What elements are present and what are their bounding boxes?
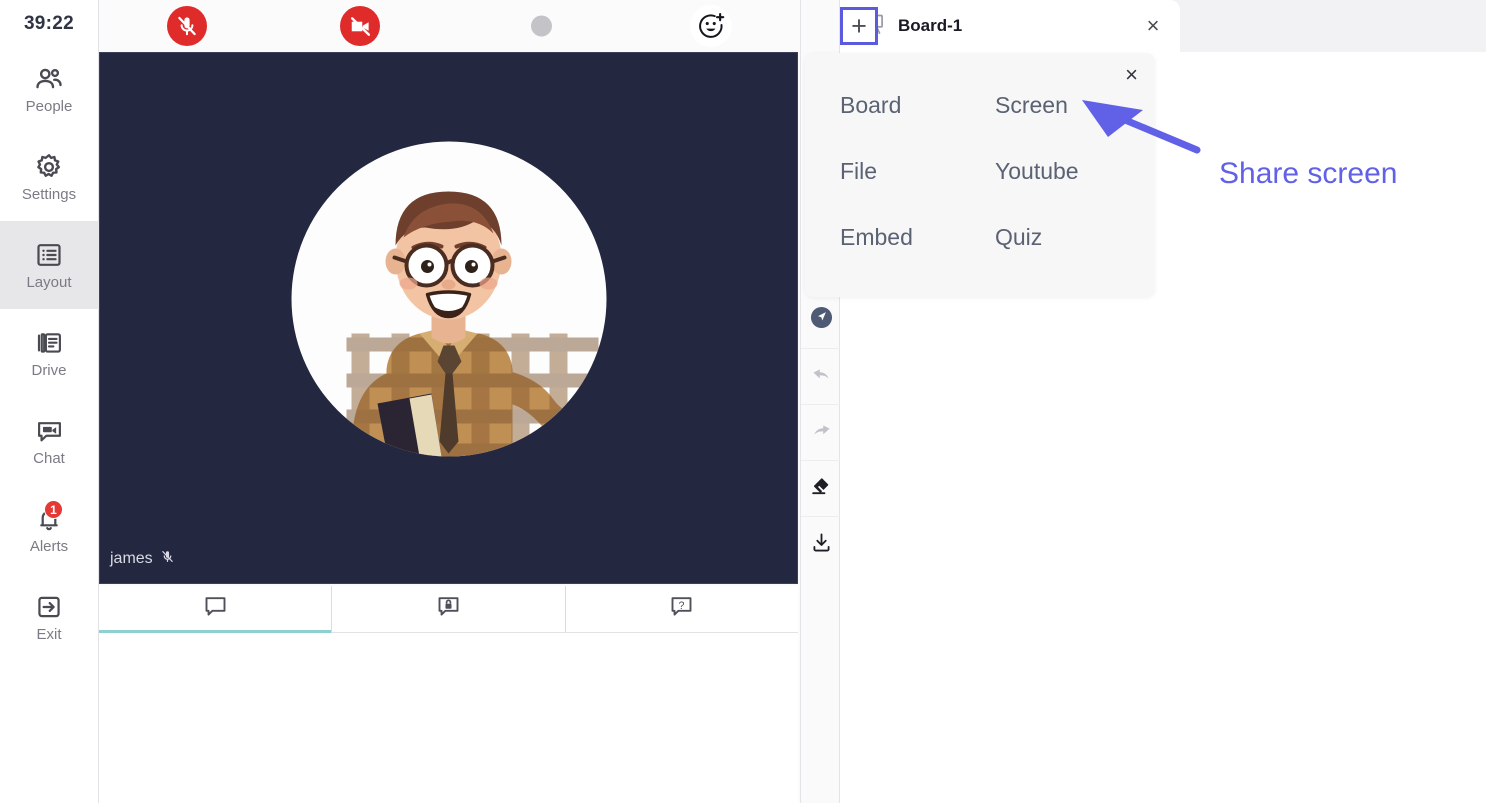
board-tab-close-button[interactable]: × [1140,13,1166,39]
redo-tool[interactable] [801,404,841,460]
record-dot-icon [531,15,552,37]
chat-bubble-icon [202,593,229,625]
undo-tool[interactable] [801,348,841,404]
menu-item-embed[interactable]: Embed [840,223,913,253]
pointer-tool[interactable] [801,292,841,348]
sidebar-item-layout[interactable]: Layout [0,221,99,309]
video-panel: james ? [99,0,800,803]
board-tab-bar: Board-1 × + [840,0,1486,52]
menu-item-quiz[interactable]: Quiz [995,223,1042,253]
sidebar-item-label: Settings [21,186,77,203]
sidebar-item-label: Drive [31,362,67,379]
participant-name-tag: james [110,549,175,569]
eraser-tool[interactable] [801,460,841,516]
layout-icon [34,240,64,270]
sidebar-item-settings[interactable]: Settings [0,133,99,221]
annotation-label: Share screen [1219,157,1398,190]
alerts-badge: 1 [44,500,63,519]
chat-video-icon [34,416,64,446]
camera-off-icon [340,6,380,46]
menu-item-screen[interactable]: Screen [995,91,1068,121]
app-root: 39:22 People Settings Layout Drive Chat … [0,0,1486,803]
record-button[interactable] [531,15,552,37]
sidebar-item-exit[interactable]: Exit [0,573,99,661]
chat-tab-bar: ? [99,586,798,633]
private-chat-lock-icon [435,593,462,625]
plus-icon: + [851,10,867,41]
chat-message-list[interactable] [99,633,798,803]
meeting-timer: 39:22 [23,13,75,34]
download-tool[interactable] [801,516,841,572]
sidebar-item-chat[interactable]: Chat [0,397,99,485]
gear-icon [34,152,64,182]
sidebar-item-drive[interactable]: Drive [0,309,99,397]
sidebar-item-label: Exit [36,626,62,643]
sidebar-item-people[interactable]: People [0,45,99,133]
chat-tab-public[interactable] [99,586,333,633]
svg-text:?: ? [679,600,685,612]
sidebar-item-label: Chat [33,450,65,467]
question-bubble-icon: ? [668,593,695,625]
undo-icon [810,363,833,391]
drive-icon [34,328,64,358]
eraser-icon [809,474,833,503]
participant-name: james [110,550,153,567]
bell-icon: 1 [34,500,64,534]
download-icon [810,531,833,559]
chat-tab-private[interactable] [332,586,566,632]
popup-close-button[interactable]: × [1125,64,1138,86]
sidebar-item-label: People [25,98,73,115]
emoji-add-icon [690,5,732,47]
avatar [291,141,606,457]
left-sidebar: 39:22 People Settings Layout Drive Chat … [0,0,99,803]
mic-muted-icon [167,6,207,46]
mic-muted-icon [160,549,175,569]
menu-item-board[interactable]: Board [840,91,901,121]
pointer-icon [810,306,833,334]
add-content-popup-menu: × Board Screen File Youtube Embed Quiz [805,53,1155,297]
menu-item-file[interactable]: File [840,157,877,187]
menu-item-youtube[interactable]: Youtube [995,157,1079,187]
video-tile[interactable]: james [99,52,798,584]
sidebar-item-alerts[interactable]: 1 Alerts [0,485,99,573]
exit-icon [34,592,64,622]
meeting-toolbar [99,0,800,52]
sidebar-item-label: Layout [26,274,72,291]
redo-icon [810,419,833,447]
popup-menu-grid: Board Screen File Youtube Embed Quiz [840,91,1130,253]
add-board-tab-button[interactable]: + [840,7,878,45]
board-tab-title: Board-1 [898,16,963,35]
board-tab-board-1[interactable]: Board-1 [840,0,1180,52]
sidebar-item-label: Alerts [29,538,69,555]
people-icon [34,64,64,94]
camera-toggle-button[interactable] [340,6,380,46]
reaction-button[interactable] [690,5,732,47]
mic-toggle-button[interactable] [167,6,207,46]
chat-tab-qa[interactable]: ? [566,586,798,632]
